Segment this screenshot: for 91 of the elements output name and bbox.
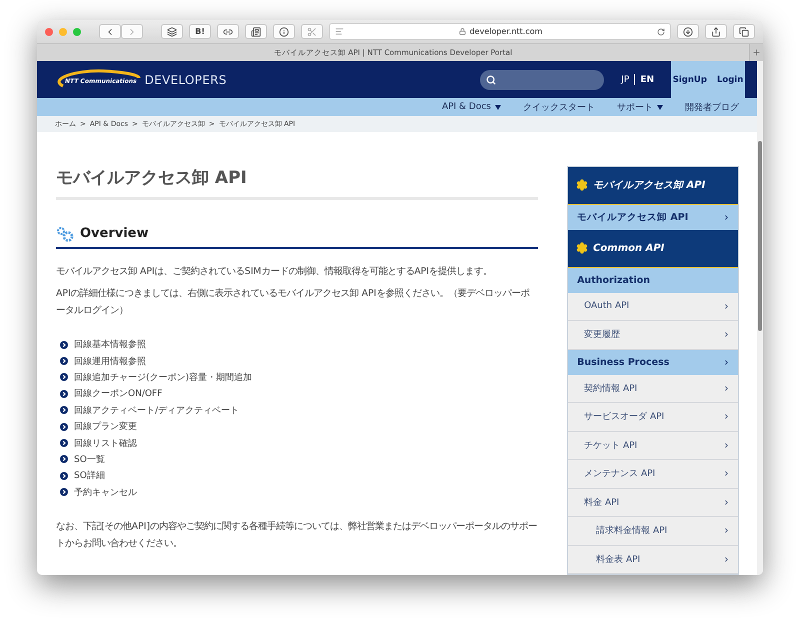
reader-icon[interactable] [335, 27, 344, 36]
chevron-bullet-icon [60, 455, 68, 464]
page-title: モバイルアクセス卸 API [56, 166, 538, 200]
maximize-icon[interactable] [73, 28, 81, 36]
chevron-icon [723, 302, 730, 310]
sidebar-item[interactable]: サービスオーダ API [568, 403, 738, 432]
feature-item: 回線クーポンON/OFF [74, 388, 162, 400]
close-icon[interactable] [45, 28, 53, 36]
share-icon [711, 26, 721, 36]
tabs-icon [739, 26, 749, 36]
sidebar-item[interactable]: Authorization [568, 268, 738, 292]
download-button[interactable] [677, 24, 699, 39]
address-field[interactable]: developer.ntt.com [329, 23, 671, 40]
sidebar-item[interactable]: 変更履歴 [568, 321, 738, 350]
chevron-bullet-icon [60, 357, 68, 366]
feature-item: 回線運用情報参照 [74, 356, 146, 368]
language-link[interactable]: JP [616, 74, 634, 84]
chevron-icon [723, 470, 730, 478]
new-tab-button[interactable] [749, 44, 763, 61]
chevron-icon [723, 413, 730, 420]
chevron-icon [723, 442, 730, 449]
chevron-bullet-icon [60, 439, 68, 448]
nav-link[interactable]: API & Docs [442, 102, 501, 112]
feature-item: 回線基本情報参照 [74, 338, 146, 352]
reload-icon[interactable] [657, 28, 665, 36]
layers-button[interactable] [161, 24, 183, 39]
chevron-bullet-icon [60, 390, 68, 398]
chevron-icon [723, 384, 730, 392]
feature-item: 予約キャンセル [74, 486, 137, 499]
layers-icon [167, 26, 177, 36]
search-icon [486, 74, 496, 84]
sidebar-item[interactable]: OAuth API [568, 292, 738, 321]
sidebar-item[interactable]: 料金 API [568, 488, 738, 517]
link-icon [223, 26, 233, 36]
sidebar-heading[interactable]: Common API [568, 230, 738, 268]
feature-item: 回線追加チャージ(クーポン)容量・期間追加 [74, 372, 252, 384]
chevron-bullet-icon [60, 406, 68, 414]
plus-icon [752, 48, 761, 57]
info-button[interactable] [273, 24, 295, 39]
download-icon [683, 26, 693, 36]
chevron-icon [723, 498, 730, 506]
section-heading: Overview [80, 226, 149, 241]
feature-item: SO一覧 [74, 454, 105, 466]
chevron-bullet-icon [60, 373, 68, 382]
sidebar-item[interactable]: 料金表 API [568, 546, 738, 574]
brand-name: DEVELOPERS [144, 72, 227, 86]
page-button[interactable] [245, 24, 267, 39]
nav-link[interactable]: サポート [617, 100, 663, 114]
feature-item: 回線アクティベート/ディアクティベート [74, 404, 240, 417]
feature-item: SO詳細 [74, 470, 105, 482]
chevron-icon [723, 331, 730, 338]
share-button[interactable] [705, 24, 727, 39]
back-button[interactable] [99, 24, 121, 39]
paragraph: モバイルアクセス卸 APIは、ご契約されているSIMカードの制御、情報取得を可能とするAPIを提供します。 [56, 264, 494, 278]
sidebar-item[interactable]: メンテナンス API [568, 460, 738, 488]
sidebar-item[interactable]: 契約情報 API [568, 374, 738, 403]
sidebar-item[interactable]: 請求料金情報 API [568, 517, 738, 546]
chevron-bullet-icon [60, 472, 68, 480]
forward-button[interactable] [121, 24, 143, 39]
link-button[interactable] [217, 24, 239, 39]
feature-item: 回線リスト確認 [74, 438, 137, 450]
gear-icon [576, 179, 588, 191]
gears-icon [56, 226, 74, 242]
gear-icon [576, 242, 588, 254]
bookmark-button[interactable]: B! [189, 24, 211, 39]
language-link[interactable]: EN [635, 74, 659, 84]
chevron-icon [723, 556, 730, 563]
scrollbar-thumb[interactable] [758, 141, 762, 331]
chevron-bullet-icon [60, 422, 68, 431]
sidebar-item[interactable]: モバイルアクセス卸 API [568, 204, 738, 230]
scissors-icon [307, 26, 317, 36]
lock-icon [458, 28, 466, 35]
url-text: developer.ntt.com [470, 27, 542, 36]
nav-link[interactable]: クイックスタート [523, 100, 595, 114]
info-icon [279, 26, 289, 36]
account-link[interactable]: Login [712, 74, 748, 84]
sidebar-item[interactable]: Business Process [568, 350, 738, 374]
feature-item: 回線プラン変更 [74, 420, 137, 434]
search-field[interactable] [480, 70, 604, 90]
sidebar-item[interactable]: チケット API [568, 432, 738, 460]
chevron-bullet-icon [60, 488, 68, 496]
chevron-icon [723, 527, 730, 534]
paragraph: なお、下記[その他API]の内容やご契約に関する各種手続等については、弊社営業またはデベロッパーポータルのサポートからお問い合わせください。 [56, 520, 538, 552]
paragraph: APIの詳細仕様につきましては、右側に表示されているモバイルアクセス卸 APIを参照ください。（要デベロッパーポータルログイン） [56, 286, 530, 318]
sidebar-heading[interactable]: モバイルアクセス卸 API [568, 166, 738, 204]
newspaper-icon [251, 26, 261, 36]
account-link[interactable]: SignUp [668, 74, 712, 84]
nav-link[interactable]: 開発者ブログ [685, 100, 739, 114]
scissors-button[interactable] [301, 24, 323, 39]
chevron-bullet-icon [60, 340, 68, 349]
tabs-button[interactable] [733, 24, 755, 39]
